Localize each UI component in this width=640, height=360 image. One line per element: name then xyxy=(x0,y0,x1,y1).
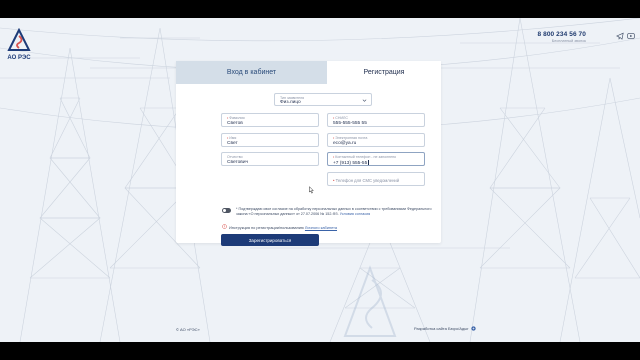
phone-note: Бесплатный звонок xyxy=(551,39,586,43)
footer-developer[interactable]: Разработка сайта Бюро/Адыг xyxy=(414,326,476,331)
mouse-pointer-icon xyxy=(309,186,314,194)
consent-toggle[interactable] xyxy=(222,208,231,213)
svg-text:АО РЭС: АО РЭС xyxy=(7,55,31,61)
snils-field[interactable]: • СНИЛС 555-555-555 55 xyxy=(327,113,425,127)
phone-number[interactable]: 8 800 234 56 70 xyxy=(538,31,587,38)
last-name-field[interactable]: • Фамилия Светов xyxy=(221,113,319,127)
consent-text: * Подтверждаю свое согласие на обработку… xyxy=(236,207,432,216)
instruction-text: Инструкция по регистрации/пользованию Ли… xyxy=(229,225,338,230)
header-contacts: 8 800 234 56 70 Бесплатный звонок xyxy=(538,31,587,43)
youtube-icon[interactable] xyxy=(627,32,635,40)
instruction-link[interactable]: Личного кабинета xyxy=(305,225,337,230)
chevron-down-icon xyxy=(362,99,367,102)
phone-field[interactable]: • Контактный телефон - не заполнено +7 (… xyxy=(327,152,425,166)
tab-login[interactable]: Вход в кабинет xyxy=(176,61,327,84)
consent-link[interactable]: Условия согласия xyxy=(340,212,371,216)
tab-register[interactable]: Регистрация xyxy=(327,61,441,84)
company-logo[interactable]: АО РЭС xyxy=(7,28,31,62)
toggle-knob xyxy=(222,208,227,213)
developer-logo-icon xyxy=(470,326,476,331)
footer-copyright: © АО «РЭС» xyxy=(176,327,200,332)
page-viewport: АО РЭС 8 800 234 56 70 Бесплатный звонок… xyxy=(0,18,640,342)
applicant-type-select[interactable]: Тип заявителя Физ.лицо xyxy=(274,93,372,106)
patronymic-field[interactable]: Отчество Светович xyxy=(221,152,319,166)
telegram-icon[interactable] xyxy=(616,32,624,40)
sms-phone-field[interactable]: • Телефон для СМС уведомлений xyxy=(327,172,425,186)
first-name-field[interactable]: • Имя Свет xyxy=(221,133,319,147)
register-button[interactable]: Зарегистрироваться xyxy=(221,234,319,246)
text-caret xyxy=(367,160,369,165)
info-icon xyxy=(222,224,227,229)
email-field[interactable]: • Электронная почта eco@ya.ru xyxy=(327,133,425,147)
